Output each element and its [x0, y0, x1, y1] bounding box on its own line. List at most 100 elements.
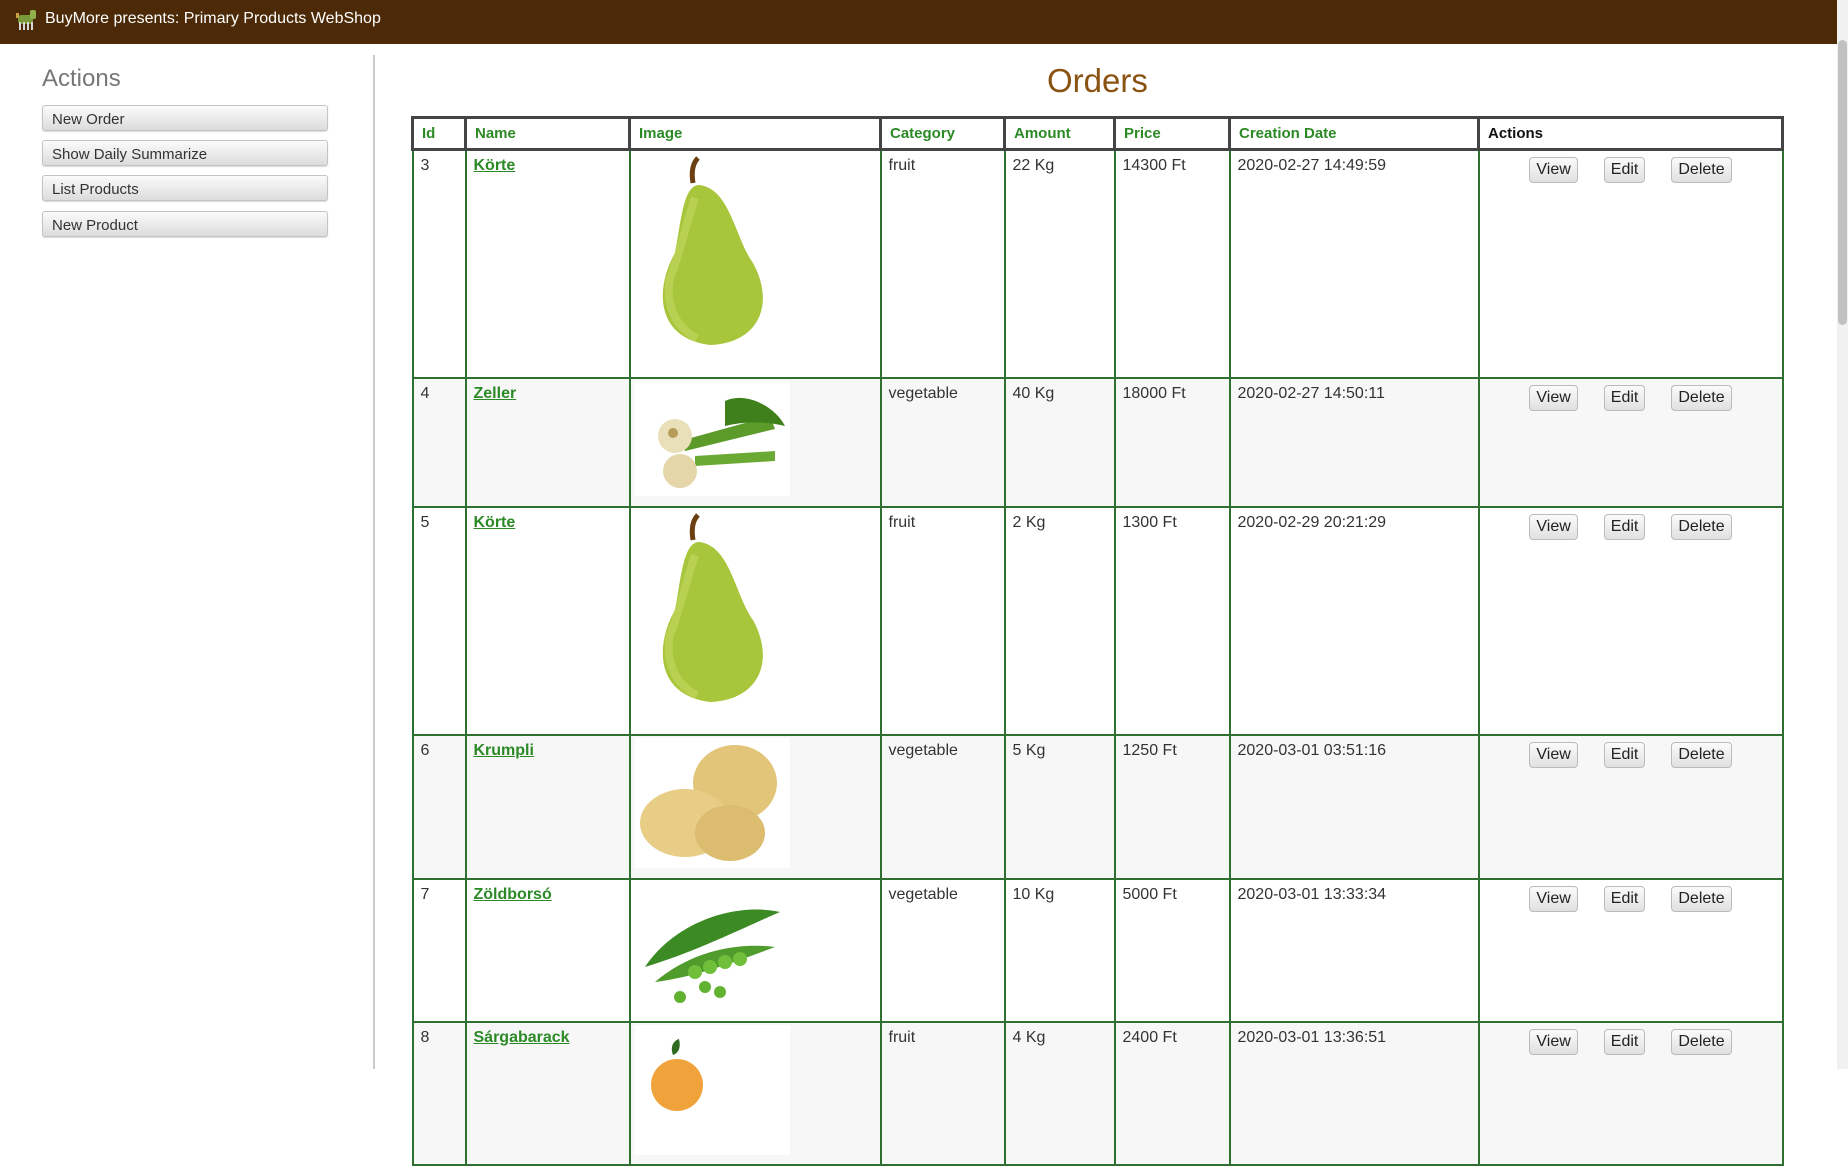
product-name-cell: Zöldborsó [464, 877, 631, 1023]
potato-image [634, 737, 790, 868]
row-actions: View Edit Delete [1477, 376, 1784, 508]
order-id: 3 [411, 148, 467, 379]
column-header-price[interactable]: Price [1113, 116, 1231, 151]
column-header-name[interactable]: Name [464, 116, 631, 151]
product-image-cell [628, 148, 882, 379]
delete-button[interactable]: Delete [1671, 885, 1732, 912]
product-name-link[interactable]: Sárgabarack [474, 1029, 570, 1046]
creation-date: 2020-03-01 03:51:16 [1228, 733, 1480, 880]
amount: 10 Kg [1003, 877, 1116, 1023]
peas-image [634, 881, 790, 1012]
column-header-amount[interactable]: Amount [1003, 116, 1116, 151]
delete-button[interactable]: Delete [1671, 513, 1732, 540]
farm-animal-logo-icon [16, 10, 36, 30]
sidebar-heading: Actions [42, 65, 121, 92]
show-daily-summarize-button[interactable]: Show Daily Summarize [42, 140, 328, 166]
delete-button[interactable]: Delete [1671, 741, 1732, 768]
pear-image [634, 509, 790, 720]
view-button[interactable]: View [1529, 1028, 1578, 1055]
edit-button[interactable]: Edit [1603, 885, 1646, 912]
row-actions: View Edit Delete [1477, 733, 1784, 880]
price: 1300 Ft [1113, 505, 1231, 736]
edit-button[interactable]: Edit [1603, 1028, 1646, 1055]
edit-button[interactable]: Edit [1603, 513, 1646, 540]
app-title: BuyMore presents: Primary Products WebSh… [45, 10, 381, 27]
product-image-cell [628, 1020, 882, 1166]
new-product-button[interactable]: New Product [42, 211, 328, 237]
table-row: 7 Zöldborsó vegetable 10 Kg 5000 Ft 2020… [411, 877, 1784, 1023]
price: 14300 Ft [1113, 148, 1231, 379]
column-header-category[interactable]: Category [879, 116, 1006, 151]
table-row: 3 Körte fruit 22 Kg 14300 Ft 2020-02-27 … [411, 148, 1784, 379]
new-order-button[interactable]: New Order [42, 105, 328, 131]
page-title: Orders [1047, 62, 1148, 99]
delete-button[interactable]: Delete [1671, 1028, 1732, 1055]
price: 18000 Ft [1113, 376, 1231, 508]
row-actions: View Edit Delete [1477, 877, 1784, 1023]
column-header-id[interactable]: Id [411, 116, 467, 151]
order-id: 4 [411, 376, 467, 508]
edit-button[interactable]: Edit [1603, 384, 1646, 411]
category: fruit [879, 148, 1006, 379]
order-id: 5 [411, 505, 467, 736]
product-name-link[interactable]: Körte [474, 514, 516, 531]
view-button[interactable]: View [1529, 741, 1578, 768]
product-name-link[interactable]: Krumpli [474, 742, 534, 759]
table-row: 4 Zeller vegetable 40 Kg 18000 Ft 2020-0… [411, 376, 1784, 508]
list-products-button[interactable]: List Products [42, 175, 328, 201]
amount: 40 Kg [1003, 376, 1116, 508]
delete-button[interactable]: Delete [1671, 384, 1732, 411]
view-button[interactable]: View [1529, 157, 1578, 183]
category: vegetable [879, 733, 1006, 880]
edit-button[interactable]: Edit [1603, 741, 1646, 768]
category: fruit [879, 1020, 1006, 1166]
product-name-cell: Körte [464, 505, 631, 736]
product-name-link[interactable]: Zöldborsó [474, 886, 552, 903]
order-id: 8 [411, 1020, 467, 1166]
delete-button[interactable]: Delete [1671, 157, 1732, 183]
price: 2400 Ft [1113, 1020, 1231, 1166]
row-actions: View Edit Delete [1477, 148, 1784, 379]
apricot-image [634, 1024, 790, 1155]
creation-date: 2020-02-27 14:49:59 [1228, 148, 1480, 379]
price: 1250 Ft [1113, 733, 1231, 880]
top-bar: BuyMore presents: Primary Products WebSh… [0, 0, 1837, 44]
column-header-image[interactable]: Image [628, 116, 882, 151]
product-name-link[interactable]: Körte [474, 157, 516, 174]
product-image-cell [628, 733, 882, 880]
creation-date: 2020-02-27 14:50:11 [1228, 376, 1480, 508]
view-button[interactable]: View [1529, 384, 1578, 411]
product-name-link[interactable]: Zeller [474, 385, 517, 402]
table-row: 8 Sárgabarack fruit 4 Kg 2400 Ft 2020-03… [411, 1020, 1784, 1166]
product-name-cell: Sárgabarack [464, 1020, 631, 1166]
vertical-scrollbar[interactable] [1837, 0, 1848, 1069]
order-id: 7 [411, 877, 467, 1023]
amount: 22 Kg [1003, 148, 1116, 379]
column-header-creation-date[interactable]: Creation Date [1228, 116, 1480, 151]
creation-date: 2020-03-01 13:36:51 [1228, 1020, 1480, 1166]
category: fruit [879, 505, 1006, 736]
orders-table: Id Name Image Category Amount Price Crea… [411, 116, 1784, 1166]
row-actions: View Edit Delete [1477, 505, 1784, 736]
creation-date: 2020-03-01 13:33:34 [1228, 877, 1480, 1023]
edit-button[interactable]: Edit [1603, 157, 1646, 183]
product-name-cell: Zeller [464, 376, 631, 508]
product-image-cell [628, 877, 882, 1023]
product-name-cell: Krumpli [464, 733, 631, 880]
creation-date: 2020-02-29 20:21:29 [1228, 505, 1480, 736]
pear-image [634, 153, 790, 363]
table-header-row: Id Name Image Category Amount Price Crea… [411, 116, 1784, 151]
view-button[interactable]: View [1529, 885, 1578, 912]
product-image-cell [628, 505, 882, 736]
category: vegetable [879, 376, 1006, 508]
row-actions: View Edit Delete [1477, 1020, 1784, 1166]
scrollbar-thumb[interactable] [1838, 40, 1847, 325]
column-header-actions: Actions [1477, 116, 1784, 151]
amount: 5 Kg [1003, 733, 1116, 880]
amount: 2 Kg [1003, 505, 1116, 736]
celery-image [634, 380, 790, 496]
product-name-cell: Körte [464, 148, 631, 379]
category: vegetable [879, 877, 1006, 1023]
table-row: 6 Krumpli vegetable 5 Kg 1250 Ft 2020-03… [411, 733, 1784, 880]
view-button[interactable]: View [1529, 513, 1578, 540]
